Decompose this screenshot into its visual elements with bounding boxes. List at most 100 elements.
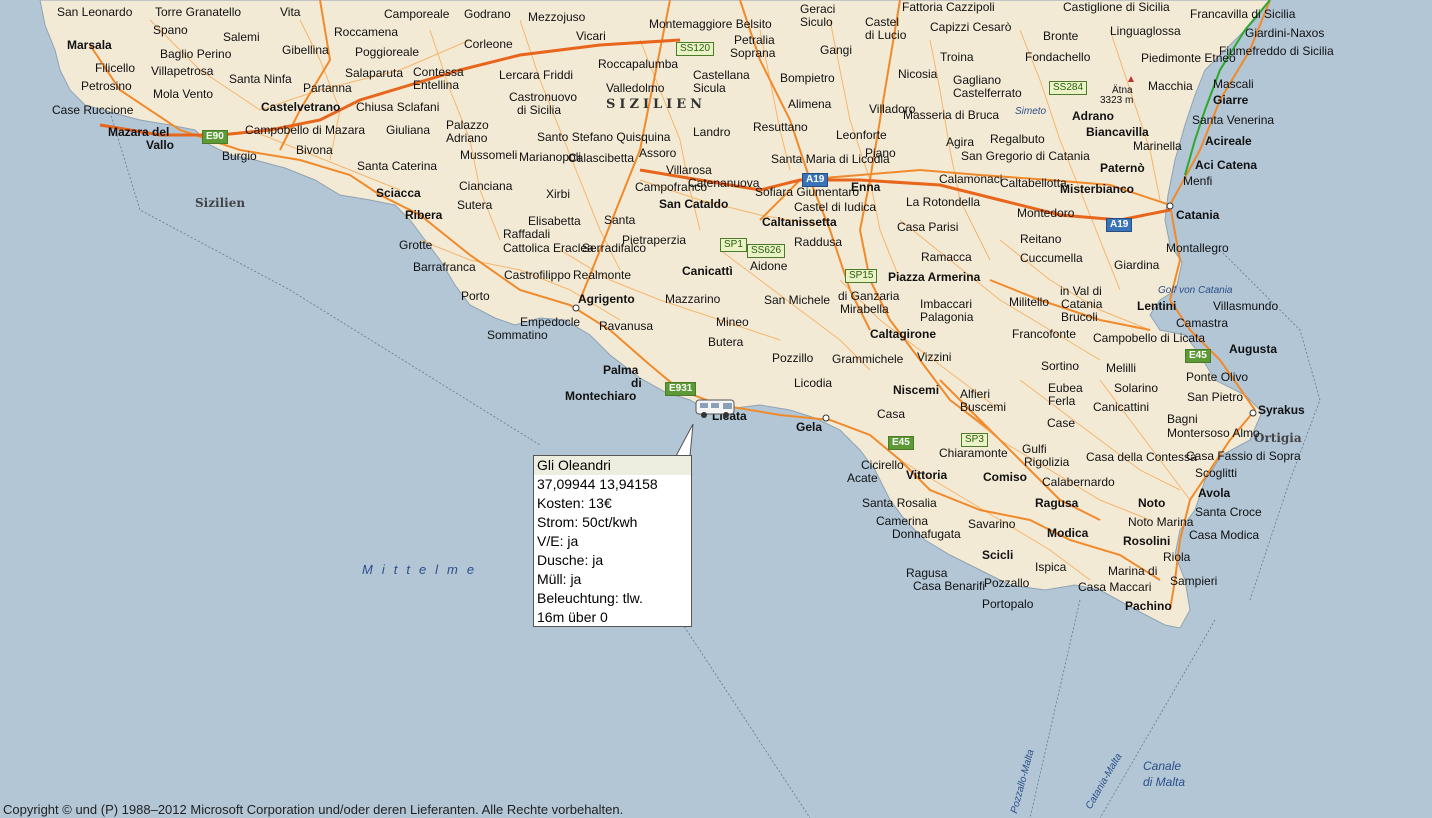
town-label[interactable]: Sofiara Giumentaro (755, 186, 859, 199)
town-label[interactable]: Mascali (1213, 78, 1254, 91)
city-mazara-2[interactable]: Vallo (146, 139, 174, 152)
city-scicli[interactable]: Scicli (982, 549, 1013, 562)
town-label[interactable]: Gibellina (282, 44, 329, 57)
city-paterno[interactable]: Paternò (1100, 162, 1145, 175)
city-syrakus[interactable]: Syrakus (1258, 404, 1305, 417)
city-castelvetrano[interactable]: Castelvetrano (261, 101, 340, 114)
town-label[interactable]: Pozzallo (984, 577, 1029, 590)
town-label[interactable]: Assoro (639, 147, 676, 160)
town-label[interactable]: Regalbuto (990, 133, 1045, 146)
city-acireale[interactable]: Acireale (1205, 135, 1252, 148)
town-label[interactable]: Casa Modica (1189, 529, 1259, 542)
town-label[interactable]: Realmonte (573, 269, 631, 282)
town-label[interactable]: Castiglione di Sicilia (1063, 1, 1170, 14)
town-label[interactable]: Ispica (1035, 561, 1066, 574)
town-label[interactable]: Giardini-Naxos (1245, 27, 1324, 40)
town-label[interactable]: Calabernardo (1042, 476, 1115, 489)
town-label[interactable]: Santa Croce (1195, 506, 1262, 519)
city-niscemi[interactable]: Niscemi (893, 384, 939, 397)
town-label[interactable]: Masseria di Bruca (903, 109, 999, 122)
town-label[interactable]: Donnafugata (892, 528, 961, 541)
town-label[interactable]: Menfi (1183, 175, 1212, 188)
town-label[interactable]: Santa (604, 214, 635, 227)
town-label[interactable]: Sutera (457, 199, 492, 212)
town-label[interactable]: Sicula (693, 82, 726, 95)
town-label[interactable]: Nicosia (898, 68, 937, 81)
town-label[interactable]: di Lucio (865, 29, 906, 42)
town-label[interactable]: Piedimonte Etneo (1141, 52, 1236, 65)
town-label[interactable]: Bivona (296, 144, 333, 157)
town-label[interactable]: Francofonte (1012, 328, 1076, 341)
town-label[interactable]: Leonforte (836, 129, 887, 142)
town-label[interactable]: Gangi (820, 44, 852, 57)
town-label[interactable]: Solarino (1114, 382, 1158, 395)
town-label[interactable]: Cianciana (459, 180, 512, 193)
town-label[interactable]: Vizzini (917, 351, 951, 364)
town-label[interactable]: Ponte Olivo (1186, 371, 1248, 384)
city-agrigento[interactable]: Agrigento (578, 293, 635, 306)
town-label[interactable]: Licodia (794, 377, 832, 390)
town-label[interactable]: Vicari (576, 30, 606, 43)
city-modica[interactable]: Modica (1047, 527, 1088, 540)
town-label[interactable]: Salaparuta (345, 67, 403, 80)
town-label[interactable]: Buscemi (960, 401, 1006, 414)
city-gela[interactable]: Gela (796, 421, 822, 434)
town-label[interactable]: Alimena (788, 98, 831, 111)
city-canicatti[interactable]: Canicattì (682, 265, 733, 278)
town-label[interactable]: Sommatino (487, 329, 548, 342)
town-label[interactable]: Raffadali (503, 228, 550, 241)
town-label[interactable]: Acate (847, 472, 878, 485)
town-label[interactable]: Mirabella (840, 303, 889, 316)
town-label[interactable]: Santa Caterina (357, 160, 437, 173)
city-comiso[interactable]: Comiso (983, 471, 1027, 484)
town-label[interactable]: Santa Venerina (1192, 114, 1274, 127)
town-label[interactable]: Campobello di Mazara (245, 124, 365, 137)
town-label[interactable]: Casa Maccari (1078, 581, 1151, 594)
town-label[interactable]: Caltabellotta (1000, 177, 1067, 190)
town-label[interactable]: Case Ruccione (52, 104, 133, 117)
city-lentini[interactable]: Lentini (1137, 300, 1176, 313)
town-label[interactable]: Casa Parisi (897, 221, 958, 234)
town-label[interactable]: Partanna (303, 82, 352, 95)
town-label[interactable]: Santa Ninfa (229, 73, 292, 86)
town-label[interactable]: Mezzojuso (528, 11, 585, 24)
city-avola[interactable]: Avola (1198, 487, 1230, 500)
town-label[interactable]: San Pietro (1187, 391, 1243, 404)
city-adrano[interactable]: Adrano (1072, 110, 1114, 123)
town-label[interactable]: Francavilla di Sicilia (1190, 8, 1295, 21)
town-label[interactable]: Montemaggiore Belsito (649, 18, 772, 31)
town-label[interactable]: Casa della Contessa (1086, 451, 1197, 464)
town-label[interactable]: Mola Vento (153, 88, 213, 101)
town-label[interactable]: Godrano (464, 8, 511, 21)
campsite-info-popup[interactable]: Gli Oleandri 37,09944 13,94158 Kosten: 1… (533, 455, 692, 627)
town-label[interactable]: Santa Rosalia (862, 497, 937, 510)
town-label[interactable]: Palagonia (920, 311, 973, 324)
town-label[interactable]: Castel di Iudica (794, 201, 876, 214)
town-label[interactable]: Ferla (1048, 395, 1075, 408)
town-label[interactable]: La Rotondella (906, 196, 980, 209)
town-label[interactable]: Lercara Friddi (499, 69, 573, 82)
town-label[interactable]: Torre Granatello (155, 6, 241, 19)
town-label[interactable]: Linguaglossa (1110, 25, 1181, 38)
town-label[interactable]: Montersoso Almo (1167, 427, 1260, 440)
city-sciacca[interactable]: Sciacca (376, 187, 421, 200)
town-label[interactable]: Agira (946, 136, 974, 149)
town-label[interactable]: Mazzarino (665, 293, 720, 306)
town-label[interactable]: Barrafranca (413, 261, 476, 274)
town-label[interactable]: Burgio (222, 150, 257, 163)
town-label[interactable]: Giuliana (386, 124, 430, 137)
town-label[interactable]: Baglio Perino (160, 48, 231, 61)
town-label[interactable]: Melilli (1106, 362, 1136, 375)
town-label[interactable]: Piano (865, 147, 896, 160)
camper-van-icon[interactable] (692, 397, 740, 421)
town-label[interactable]: Siculo (800, 16, 833, 29)
town-label[interactable]: Chiaramonte (939, 447, 1008, 460)
city-vittoria[interactable]: Vittoria (906, 469, 947, 482)
town-label[interactable]: Camastra (1176, 317, 1228, 330)
town-label[interactable]: Campofranco (635, 181, 707, 194)
town-label[interactable]: Fondachello (1025, 51, 1090, 64)
town-label[interactable]: Noto Marina (1128, 516, 1193, 529)
city-aci-catena[interactable]: Aci Catena (1195, 159, 1257, 172)
town-label[interactable]: Butera (708, 336, 743, 349)
city-rosolini[interactable]: Rosolini (1123, 535, 1170, 548)
